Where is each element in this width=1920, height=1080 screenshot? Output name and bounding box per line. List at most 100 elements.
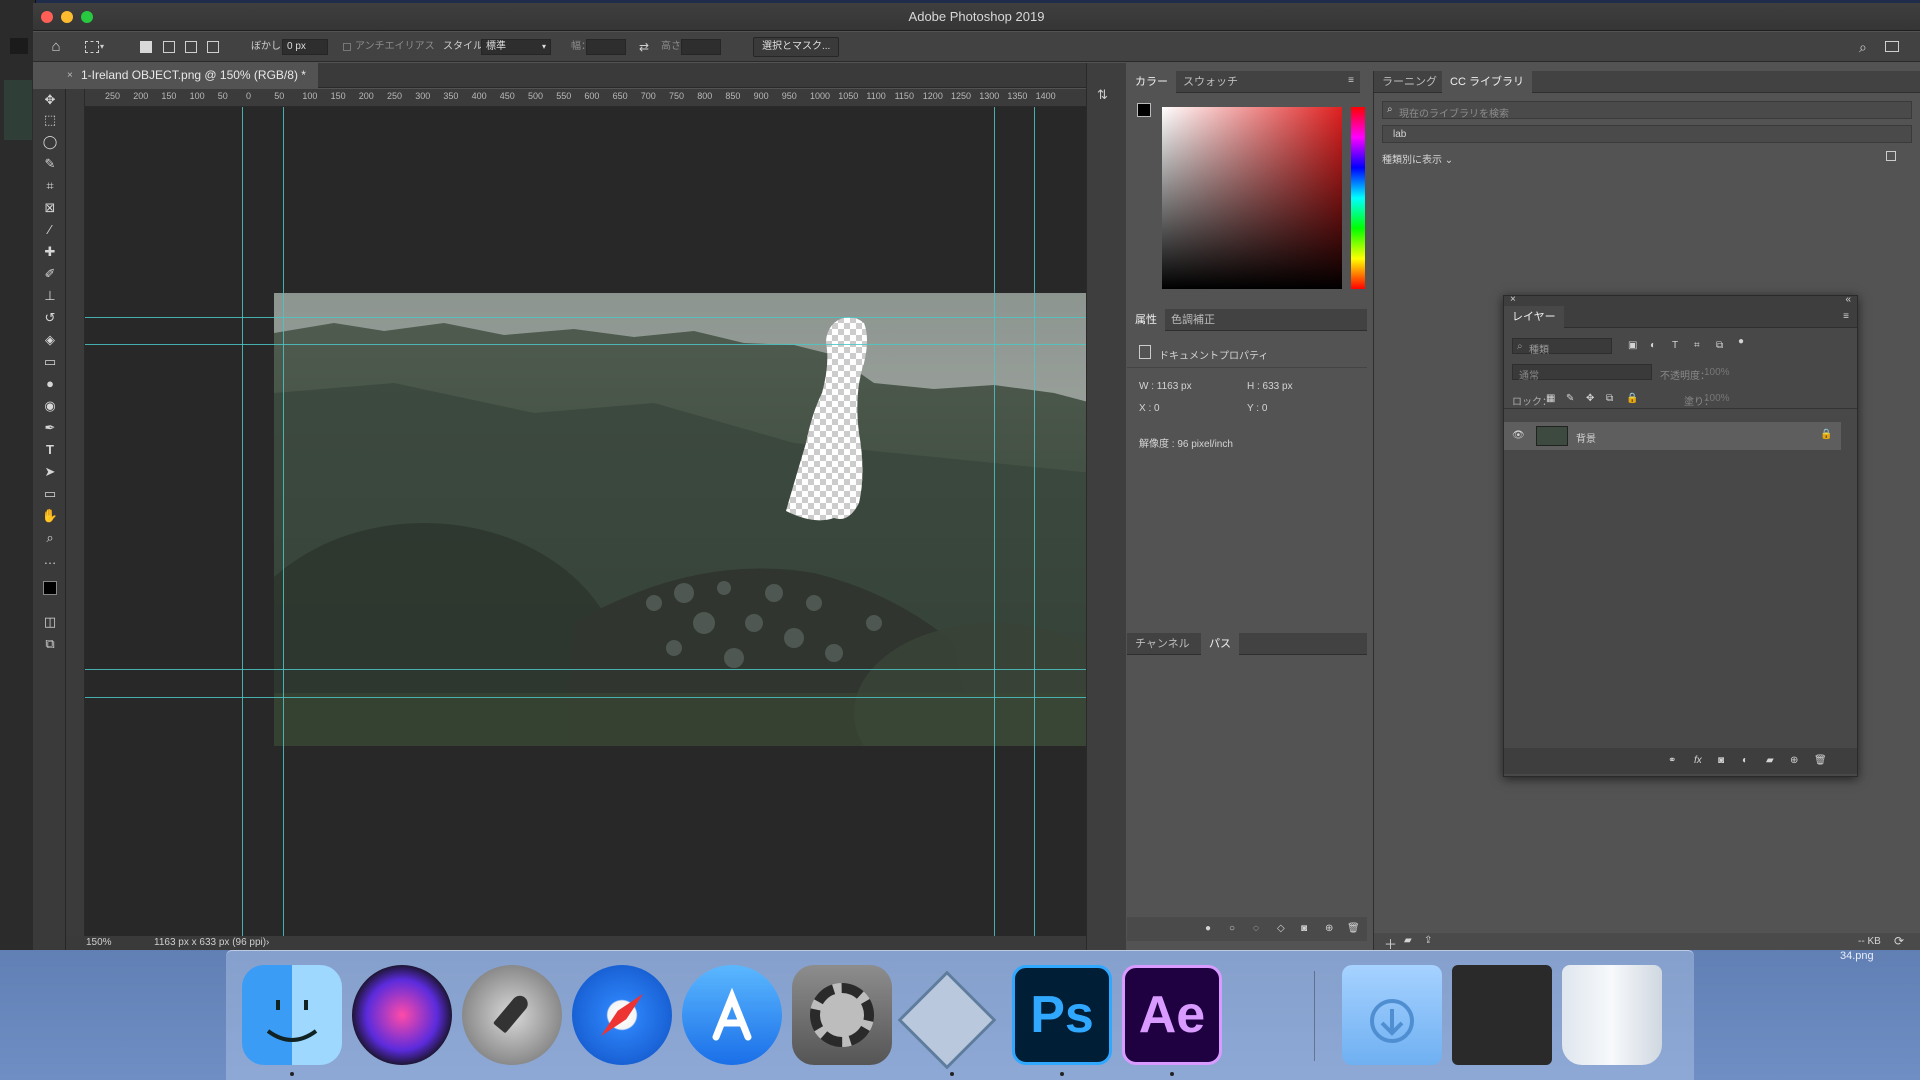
system-preferences-icon[interactable] — [792, 965, 892, 1065]
zoom-level[interactable]: 150% — [86, 936, 112, 950]
document-image[interactable] — [274, 293, 1092, 746]
layers-panel-grip[interactable]: × « — [1504, 294, 1857, 306]
layer-row[interactable]: 👁 背景 🔒 — [1504, 422, 1841, 450]
zoom-window-button[interactable] — [81, 11, 93, 23]
grid-view-icon[interactable] — [1886, 151, 1896, 161]
stamp-tool-icon[interactable]: ⊥ — [40, 287, 60, 305]
trash-icon[interactable]: 🗑 — [1347, 923, 1360, 934]
new-path-icon[interactable]: ⊕ — [1325, 923, 1333, 934]
view-by-type-dropdown[interactable]: 種類別に表示 ⌄ — [1382, 151, 1453, 166]
tab-properties[interactable]: 属性 — [1127, 309, 1165, 331]
type-tool-icon[interactable]: T — [40, 441, 60, 459]
screenshot-thumbnail-icon[interactable] — [1452, 965, 1552, 1065]
style-select[interactable]: 標準 ▾ — [481, 39, 551, 55]
eyedropper-tool-icon[interactable]: ⁄ — [40, 221, 60, 239]
add-content-icon[interactable]: ＋ — [1384, 934, 1397, 950]
guide-horizontal[interactable] — [85, 344, 1086, 345]
link-layers-icon[interactable]: ⚭ — [1668, 755, 1676, 766]
stroke-path-icon[interactable]: ○ — [1229, 923, 1235, 934]
filter-type-icon[interactable]: T — [1672, 340, 1678, 351]
filter-adjustment-icon[interactable]: ◐ — [1650, 340, 1656, 351]
brush-tool-icon[interactable]: ✐ — [40, 265, 60, 283]
blur-tool-icon[interactable]: ● — [40, 375, 60, 393]
make-path-icon[interactable]: ◇ — [1277, 923, 1285, 934]
trash-icon[interactable] — [1562, 965, 1662, 1065]
tab-layers[interactable]: レイヤー — [1504, 306, 1564, 328]
folder-icon[interactable]: ▰ — [1404, 935, 1412, 946]
downloads-folder-icon[interactable] — [1342, 965, 1442, 1065]
history-icon[interactable]: ⇅ — [1097, 87, 1108, 103]
folder-icon[interactable]: ▰ — [1766, 755, 1774, 766]
library-search-input[interactable]: ⌕ 現在のライブラリを検索 — [1382, 101, 1912, 120]
feather-input[interactable]: 0 px — [282, 39, 328, 55]
adjustment-layer-icon[interactable]: ◐ — [1742, 755, 1748, 766]
siri-icon[interactable] — [352, 965, 452, 1065]
zoom-tool-icon[interactable]: ⌕ — [40, 529, 60, 547]
guide-vertical[interactable] — [283, 107, 284, 939]
foreground-color-swatch[interactable] — [43, 581, 57, 595]
layer-name[interactable]: 背景 — [1576, 430, 1596, 445]
rectangle-tool-icon[interactable]: ▭ — [40, 485, 60, 503]
guide-vertical[interactable] — [1034, 107, 1035, 939]
document-tab[interactable]: × 1-Ireland OBJECT.png @ 150% (RGB/8) * — [61, 63, 318, 88]
workspace-icon[interactable] — [1885, 41, 1899, 52]
tab-cc-libraries[interactable]: CC ライブラリ — [1442, 71, 1532, 93]
hue-slider[interactable] — [1351, 107, 1365, 289]
quick-mask-icon[interactable]: ◫ — [40, 613, 60, 631]
after-effects-icon[interactable]: Ae — [1122, 965, 1222, 1065]
guide-horizontal[interactable] — [85, 317, 1086, 318]
sync-icon[interactable]: ⟳ — [1894, 934, 1904, 948]
desktop-file-label[interactable]: 34.png — [1840, 950, 1874, 962]
pen-tool-icon[interactable]: ✒ — [40, 419, 60, 437]
frame-tool-icon[interactable]: ⊠ — [40, 199, 60, 217]
layer-filter-select[interactable]: ⌕ 種類 — [1512, 338, 1612, 356]
more-tools-icon[interactable]: … — [40, 551, 60, 569]
guide-horizontal[interactable] — [85, 669, 1086, 670]
lasso-tool-icon[interactable]: ◯ — [40, 133, 60, 151]
photoshop-icon[interactable]: Ps — [1012, 965, 1112, 1065]
history-brush-tool-icon[interactable]: ↺ — [40, 309, 60, 327]
finder-icon[interactable] — [242, 965, 342, 1065]
tab-swatches[interactable]: スウォッチ — [1175, 71, 1246, 93]
fx-icon[interactable]: fx — [1694, 755, 1702, 766]
hand-tool-icon[interactable]: ✋ — [40, 507, 60, 525]
select-and-mask-button[interactable]: 選択とマスク... — [753, 37, 840, 57]
width-input[interactable] — [586, 39, 626, 55]
load-selection-icon[interactable]: ◌ — [1253, 923, 1259, 934]
screen-mode-icon[interactable]: ⧉ — [40, 635, 60, 653]
fill-value[interactable]: 100% — [1704, 393, 1730, 404]
intersect-selection-icon[interactable] — [207, 41, 219, 53]
collapse-icon[interactable]: « — [1845, 294, 1851, 305]
app-store-icon[interactable] — [682, 965, 782, 1065]
height-input[interactable] — [681, 39, 721, 55]
minimize-window-button[interactable] — [61, 11, 73, 23]
tab-channels[interactable]: チャンネル — [1127, 633, 1198, 655]
library-select[interactable]: lab — [1382, 125, 1912, 143]
tab-color[interactable]: カラー — [1127, 71, 1176, 93]
opacity-value[interactable]: 100% — [1704, 367, 1730, 378]
gradient-tool-icon[interactable]: ▭ — [40, 353, 60, 371]
move-tool-icon[interactable]: ✥ — [40, 91, 60, 109]
guide-horizontal[interactable] — [85, 697, 1086, 698]
close-icon[interactable]: × — [1510, 294, 1516, 305]
antialias-checkbox[interactable] — [343, 43, 351, 51]
add-selection-icon[interactable] — [163, 41, 175, 53]
quick-selection-tool-icon[interactable]: ✎ — [40, 155, 60, 173]
fill-path-icon[interactable]: ● — [1205, 923, 1211, 934]
new-layer-icon[interactable]: ⊕ — [1790, 755, 1798, 766]
crop-tool-icon[interactable]: ⌗ — [40, 177, 60, 195]
lock-pixels-icon[interactable]: ✎ — [1566, 393, 1574, 404]
tab-learning[interactable]: ラーニング — [1374, 71, 1445, 93]
filter-smart-object-icon[interactable]: ⧉ — [1716, 340, 1723, 351]
close-window-button[interactable] — [41, 11, 53, 23]
healing-brush-tool-icon[interactable]: ✚ — [40, 243, 60, 261]
panel-menu-icon[interactable]: ≡ — [1348, 75, 1354, 86]
lock-transparency-icon[interactable]: ▦ — [1546, 393, 1555, 404]
path-selection-tool-icon[interactable]: ➤ — [40, 463, 60, 481]
swap-icon[interactable]: ⇄ — [639, 32, 649, 62]
launchpad-icon[interactable] — [462, 965, 562, 1065]
dodge-tool-icon[interactable]: ◉ — [40, 397, 60, 415]
eye-icon[interactable]: 👁 — [1512, 430, 1525, 441]
marquee-tool-preset-icon[interactable] — [85, 41, 99, 53]
upload-icon[interactable]: ⇪ — [1424, 935, 1432, 946]
